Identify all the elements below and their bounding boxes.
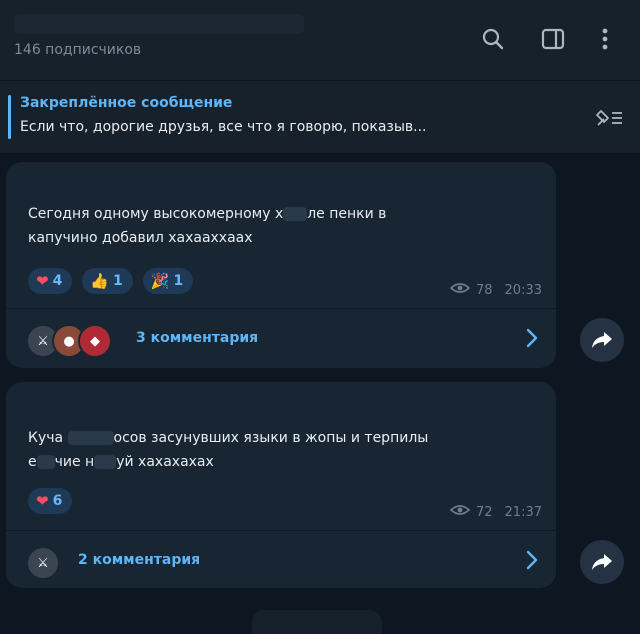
- pinned-list-icon[interactable]: [594, 107, 624, 133]
- comments-button[interactable]: ⚔ ● ◆ 3 комментария: [6, 310, 556, 368]
- pinned-text: Если что, дорогие друзья, все что я гово…: [20, 119, 427, 135]
- share-button[interactable]: [580, 318, 624, 362]
- bottom-bar[interactable]: [252, 610, 382, 634]
- reaction-party[interactable]: 🎉 1: [142, 268, 194, 294]
- heart-icon: ❤: [36, 491, 49, 510]
- eye-icon: [449, 282, 471, 298]
- reaction-count: 6: [52, 493, 63, 509]
- comments-label: 3 комментария: [136, 330, 259, 346]
- avatar: ◆: [78, 324, 112, 358]
- pinned-title: Закреплённое сообщение: [20, 95, 233, 111]
- share-icon: [592, 332, 612, 348]
- view-count: 72: [475, 504, 493, 520]
- reaction-count: 1: [113, 273, 123, 289]
- censored-text: [283, 207, 308, 221]
- share-button[interactable]: [580, 540, 624, 584]
- reaction-count: 1: [173, 273, 184, 289]
- eye-icon: [449, 504, 471, 520]
- divider: [6, 530, 556, 531]
- censored-text: [67, 431, 114, 445]
- divider: [6, 308, 556, 309]
- subscriber-count: 146 подписчиков: [14, 42, 142, 58]
- pinned-message[interactable]: Закреплённое сообщение Если что, дорогие…: [0, 80, 640, 153]
- message-bubble[interactable]: Сегодня одному высокомерному х ле пенки в…: [6, 162, 556, 368]
- reaction-heart[interactable]: ❤ 6: [28, 488, 73, 514]
- censored-text: [94, 455, 117, 469]
- channel-title-blurred: [14, 14, 304, 34]
- share-icon: [592, 554, 612, 570]
- comments-button[interactable]: ⚔ 2 комментария: [6, 532, 556, 590]
- thumbs-up-icon: 👍: [90, 271, 110, 290]
- view-count: 78: [475, 282, 493, 298]
- search-icon[interactable]: [478, 24, 508, 54]
- reaction-count: 4: [52, 273, 63, 289]
- reaction-heart[interactable]: ❤ 4: [28, 268, 73, 294]
- sidebar-toggle-icon[interactable]: [538, 24, 568, 54]
- commenter-avatars: ⚔: [26, 546, 60, 580]
- commenter-avatars: ⚔ ● ◆: [26, 324, 112, 358]
- message-meta: 72 21:37: [449, 504, 542, 520]
- message-time: 21:37: [504, 504, 542, 520]
- avatar: ⚔: [26, 546, 60, 580]
- message-text: Куча осов засунувших языки в жопы и терп…: [28, 430, 429, 470]
- comments-label: 2 комментария: [78, 552, 201, 568]
- reactions-row: ❤ 4 👍 1 🎉 1: [28, 268, 194, 294]
- message-meta: 78 20:33: [449, 282, 542, 298]
- pinned-accent-bar: [8, 95, 11, 139]
- more-options-icon[interactable]: [590, 24, 620, 54]
- message-text: Сегодня одному высокомерному х ле пенки в…: [28, 206, 387, 246]
- chevron-right-icon: [526, 328, 538, 352]
- message-bubble[interactable]: Куча осов засунувших языки в жопы и терп…: [6, 382, 556, 588]
- message-time: 20:33: [504, 282, 542, 298]
- chevron-right-icon: [526, 550, 538, 574]
- censored-text: [36, 455, 55, 469]
- reactions-row: ❤ 6: [28, 488, 73, 514]
- party-icon: 🎉: [150, 271, 170, 290]
- channel-header[interactable]: 146 подписчиков: [0, 0, 640, 80]
- reaction-thumbs-up[interactable]: 👍 1: [82, 268, 133, 294]
- heart-icon: ❤: [36, 271, 49, 290]
